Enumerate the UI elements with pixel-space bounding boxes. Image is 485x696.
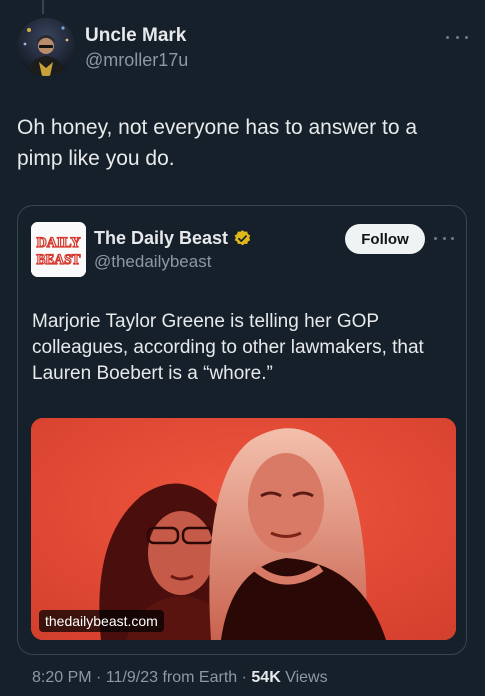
daily-beast-logo-line2: BEAST xyxy=(37,252,81,268)
author-handle[interactable]: @mroller17u xyxy=(85,50,188,71)
quoted-more-options-icon[interactable] xyxy=(434,233,454,243)
tweet-detail-view: Uncle Mark @mroller17u Oh honey, not eve… xyxy=(0,0,485,696)
quoted-tweet-text: Marjorie Taylor Greene is telling her GO… xyxy=(32,311,424,384)
tweet-date[interactable]: 11/9/23 xyxy=(106,669,158,686)
tweet-source: from Earth xyxy=(162,669,238,686)
daily-beast-logo-line1: DAILY xyxy=(37,235,81,251)
more-options-icon[interactable] xyxy=(446,32,468,42)
author-display-name[interactable]: Uncle Mark xyxy=(85,25,186,47)
quoted-author-avatar[interactable]: DAILY BEAST xyxy=(31,222,86,277)
quoted-media-image[interactable]: thedailybeast.com xyxy=(31,418,456,640)
media-photo xyxy=(31,418,456,640)
views-label: Views xyxy=(285,669,328,686)
quoted-author-handle[interactable]: @thedailybeast xyxy=(94,252,211,272)
tweet-metadata: 8:20 PM · 11/9/23 from Earth · 54K Views xyxy=(32,669,328,687)
verified-badge-icon xyxy=(234,230,251,246)
meta-separator: · xyxy=(241,669,247,686)
follow-button[interactable]: Follow xyxy=(345,224,425,254)
quoted-author-name[interactable]: The Daily Beast xyxy=(94,228,228,249)
tweet-text: Oh honey, not everyone has to answer to … xyxy=(17,116,418,170)
tweet-time[interactable]: 8:20 PM xyxy=(32,669,92,686)
author-avatar[interactable] xyxy=(17,18,75,76)
meta-separator: · xyxy=(96,669,102,686)
thread-connector-line xyxy=(42,0,44,14)
media-domain-label[interactable]: thedailybeast.com xyxy=(39,610,164,632)
quoted-tweet-card[interactable]: DAILY BEAST The Daily Beast @thedailybea… xyxy=(17,205,467,655)
views-count: 54K xyxy=(251,669,281,686)
